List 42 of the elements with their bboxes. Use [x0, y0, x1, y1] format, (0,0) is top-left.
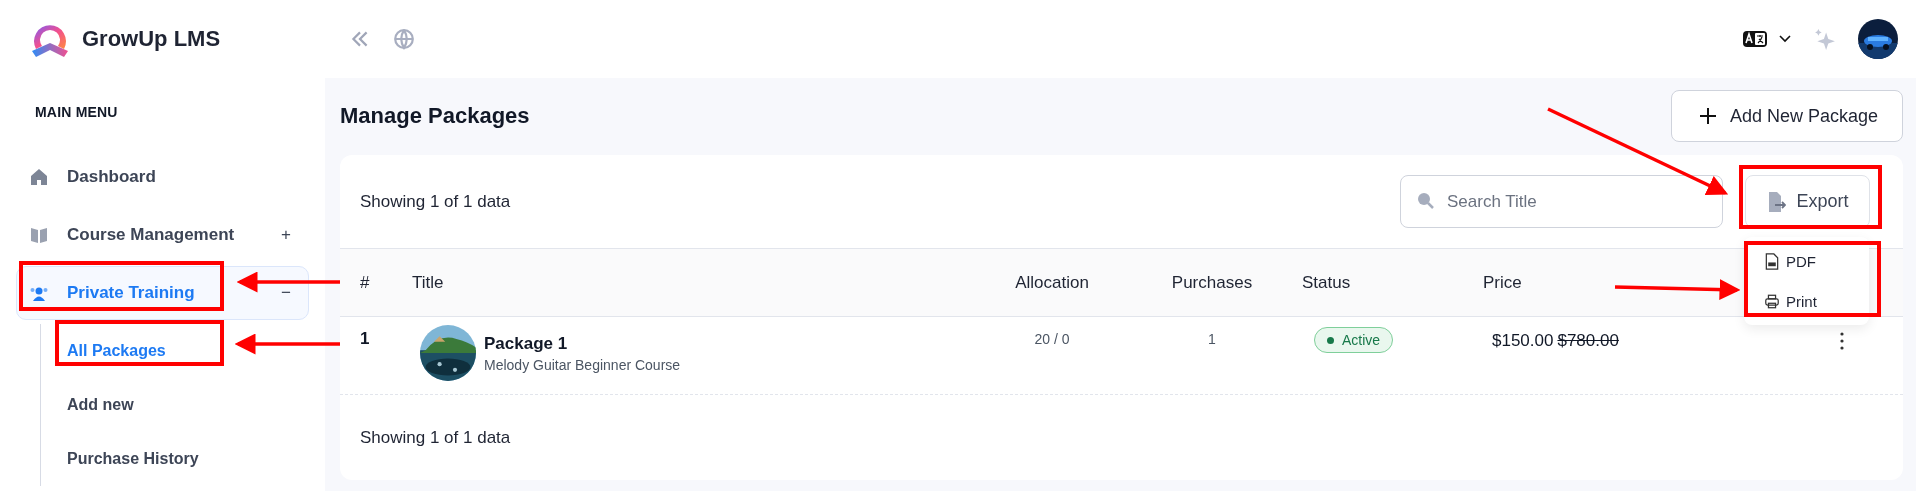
purchases-cell-text: 1 [1207, 330, 1217, 347]
printer-icon [1764, 292, 1780, 310]
nav-item[interactable]: Private Training − [16, 266, 309, 320]
column-header: Purchases [1171, 272, 1253, 293]
pdf-file-icon [1764, 252, 1780, 270]
chevron-down-icon[interactable] [1778, 34, 1792, 44]
translate-icon[interactable] [1742, 29, 1768, 49]
price: $150.00 [1492, 331, 1554, 351]
toggle-sign[interactable]: + [276, 225, 296, 245]
menu-item[interactable]: Print [1744, 281, 1869, 321]
menu-item[interactable]: PDF [1744, 241, 1869, 281]
search-icon [1416, 191, 1436, 211]
home-icon [29, 167, 49, 187]
menu-heading: MAIN MENU [35, 104, 119, 120]
book-icon [29, 225, 49, 245]
sub-nav-item[interactable]: Purchase History [51, 432, 199, 486]
column-header: Price [1483, 272, 1522, 293]
row-number: 1 [360, 328, 371, 349]
toggle-sign[interactable]: − [276, 283, 296, 303]
status-badge: Active [1314, 327, 1394, 353]
nav-item[interactable]: Course Management + [16, 208, 309, 262]
results-summary: Showing 1 of 1 data [360, 191, 511, 212]
export-button[interactable]: Export [1745, 175, 1870, 228]
search-field[interactable]: Search Title [1400, 175, 1723, 228]
column-header: Allocation [1015, 272, 1089, 293]
course-name: Melody Guitar Beginner Course [484, 356, 681, 373]
original-price: $780.00 [1557, 331, 1619, 351]
more-options-icon[interactable] [1838, 331, 1845, 351]
column-header: # [360, 272, 370, 293]
brand-name: GrowUp LMS [82, 26, 221, 52]
sub-nav-item[interactable]: All Packages [51, 324, 166, 378]
sub-nav-item[interactable]: Add new [51, 378, 134, 432]
column-header: Title [412, 272, 444, 293]
column-header: Status [1302, 272, 1351, 293]
add-package-button[interactable]: Add New Package [1670, 90, 1903, 142]
export-file-icon [1766, 190, 1787, 213]
plus-icon [1697, 106, 1718, 126]
package-title[interactable]: Package 1 [484, 333, 681, 354]
results-summary: Showing 1 of 1 data [360, 428, 511, 448]
page-title: Manage Packages [340, 103, 530, 129]
allocation-cell-text: 20 / 0 [1033, 330, 1071, 347]
nav-item[interactable]: Dashboard [16, 150, 309, 204]
